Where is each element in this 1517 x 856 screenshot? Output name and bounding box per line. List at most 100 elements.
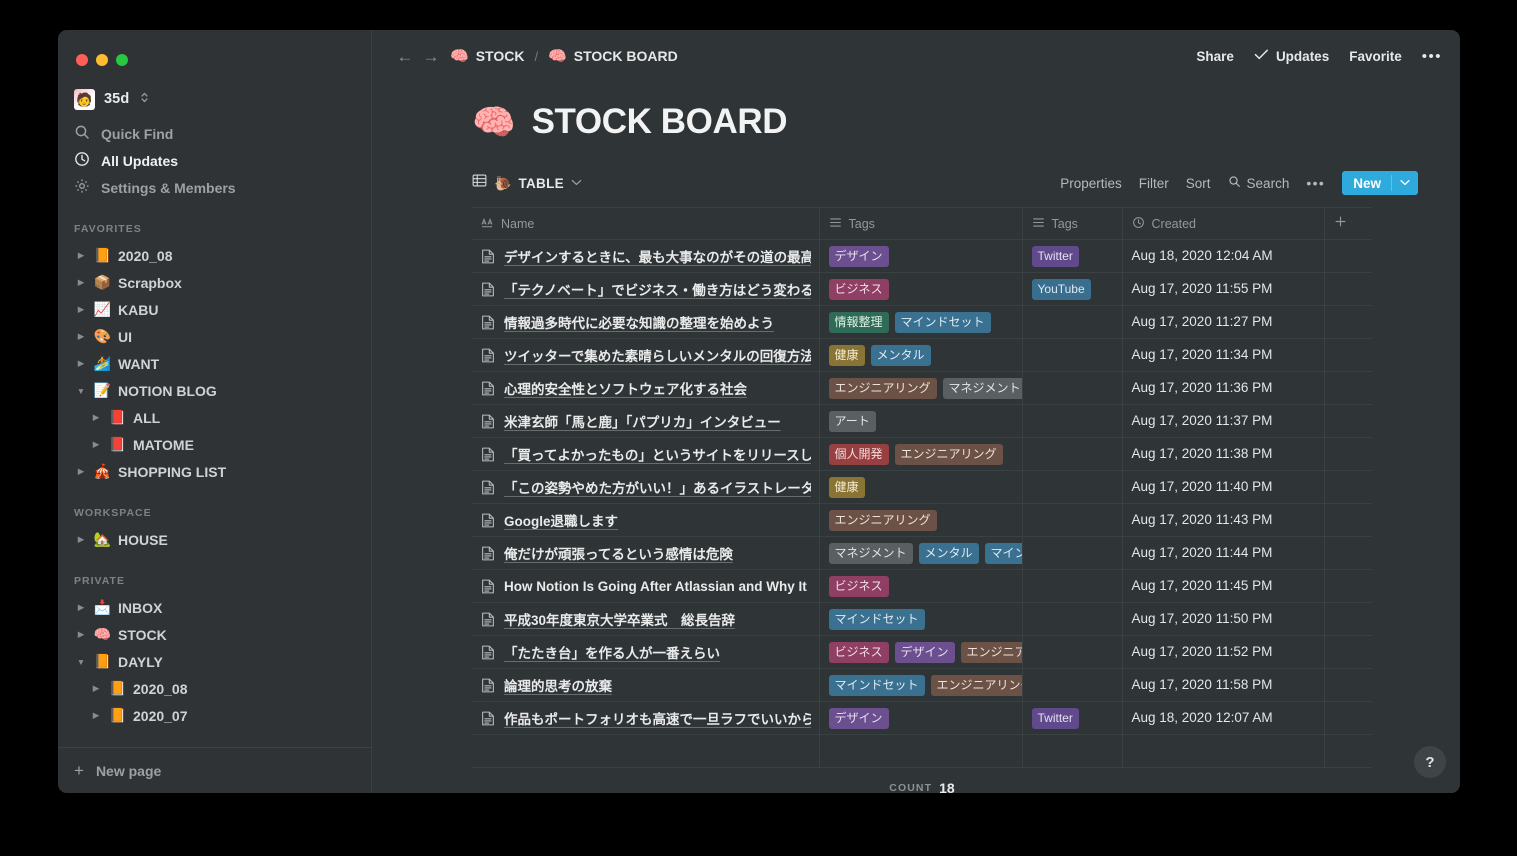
new-page-button[interactable]: + New page — [58, 747, 371, 793]
properties-button[interactable]: Properties — [1060, 176, 1122, 191]
cell-created[interactable]: Aug 17, 2020 11:38 PM — [1122, 437, 1325, 471]
sidebar-scroll-area[interactable]: Quick Find All Updates Settings & Member… — [58, 116, 371, 747]
table-row[interactable]: ツイッターで集めた素晴らしいメンタルの回復方法 健康 メンタル Aug 17, 202… — [472, 338, 1372, 372]
filter-button[interactable]: Filter — [1139, 176, 1169, 191]
cell-tags-2[interactable] — [1022, 338, 1123, 372]
cell-created[interactable]: Aug 18, 2020 12:07 AM — [1122, 701, 1325, 735]
chevron-right-icon[interactable]: ▶ — [74, 629, 88, 640]
sidebar-tree-item[interactable]: ▼ 📝 NOTION BLOG — [58, 377, 371, 404]
sidebar-tree-item[interactable]: ▶ 🧠 STOCK — [58, 621, 371, 648]
cell-tags-1[interactable]: エンジニアリング — [819, 503, 1023, 537]
cell-name[interactable]: 「たたき台」を作る人が一番えらい — [472, 635, 820, 669]
chevron-right-icon[interactable]: ▶ — [74, 304, 88, 315]
cell-created[interactable]: Aug 17, 2020 11:44 PM — [1122, 536, 1325, 570]
cell-created[interactable]: Aug 17, 2020 11:36 PM — [1122, 371, 1325, 405]
sidebar-tree-item[interactable]: ▶ 📈 KABU — [58, 296, 371, 323]
more-options-icon[interactable]: ••• — [1422, 49, 1442, 64]
column-header-tags-2[interactable]: Tags — [1022, 207, 1123, 240]
cell-tags-2[interactable] — [1022, 536, 1123, 570]
table-row[interactable]: 「テクノベート」でビジネス・働き方はどう変わるのか ビジネス YouTube Aug … — [472, 272, 1372, 306]
sidebar-tree-item[interactable]: ▶ 🎪 SHOPPING LIST — [58, 458, 371, 485]
table-row[interactable]: 「買ってよかったもの」というサイトをリリースした 個人開発 エンジニアリング Aug … — [472, 437, 1372, 471]
sidebar-tree-item[interactable]: ▼ 📙 DAYLY — [58, 648, 371, 675]
chevron-right-icon[interactable]: ▶ — [89, 683, 103, 694]
cell-created[interactable]: Aug 17, 2020 11:58 PM — [1122, 668, 1325, 702]
cell-tags-1[interactable]: マインドセットエンジニアリング — [819, 668, 1023, 702]
share-button[interactable]: Share — [1196, 49, 1234, 64]
cell-tags-2[interactable] — [1022, 635, 1123, 669]
back-button[interactable]: ← — [392, 48, 418, 65]
cell-tags-1[interactable]: アート — [819, 404, 1023, 438]
forward-button[interactable]: → — [418, 48, 444, 65]
cell-created[interactable]: Aug 17, 2020 11:43 PM — [1122, 503, 1325, 537]
cell-tags-1[interactable]: 個人開発 エンジニアリング — [819, 437, 1023, 471]
cell-tags-2[interactable] — [1022, 305, 1123, 339]
chevron-right-icon[interactable]: ▶ — [89, 710, 103, 721]
column-header-tags-1[interactable]: Tags — [819, 207, 1023, 240]
updates-button[interactable]: Updates — [1254, 48, 1329, 64]
cell-created[interactable]: Aug 17, 2020 11:52 PM — [1122, 635, 1325, 669]
favorite-button[interactable]: Favorite — [1349, 49, 1402, 64]
cell-tags-2[interactable]: Twitter — [1022, 701, 1123, 735]
chevron-right-icon[interactable]: ▶ — [74, 466, 88, 477]
chevron-down-icon[interactable]: ▼ — [74, 657, 88, 667]
cell-name[interactable]: 平成30年度東京大学卒業式 総長告辞 — [472, 602, 820, 636]
breadcrumb-item-stock-board[interactable]: 🧠 STOCK BOARD — [548, 47, 678, 65]
help-button[interactable]: ? — [1414, 746, 1446, 778]
cell-name[interactable]: 情報過多時代に必要な知識の整理を始めよう — [472, 305, 820, 339]
table-row[interactable]: 「この姿勢やめた方がいい！」あるイラストレーターさ 健康 Aug 17, 2020 … — [472, 470, 1372, 504]
chevron-right-icon[interactable]: ▶ — [74, 602, 88, 613]
cell-name[interactable]: ツイッターで集めた素晴らしいメンタルの回復方法 — [472, 338, 820, 372]
table-row[interactable]: 心理的安全性とソフトウェア化する社会 エンジニアリング マネジメント Aug 17, … — [472, 371, 1372, 405]
cell-created[interactable]: Aug 17, 2020 11:37 PM — [1122, 404, 1325, 438]
table-row[interactable]: 「たたき台」を作る人が一番えらい ビジネスデザインエンジニアリング Aug 17, … — [472, 635, 1372, 669]
view-more-options-icon[interactable]: ••• — [1306, 176, 1325, 190]
chevron-right-icon[interactable]: ▶ — [74, 358, 88, 369]
cell-name[interactable]: Google退職します — [472, 503, 820, 537]
chevron-right-icon[interactable]: ▶ — [74, 250, 88, 261]
cell-tags-1[interactable]: エンジニアリング マネジメント — [819, 371, 1023, 405]
column-header-name[interactable]: Name — [472, 207, 820, 240]
sidebar-tree-item[interactable]: ▶ 📙 2020_08 — [58, 675, 371, 702]
table-row[interactable]: 米津玄師「馬と鹿」「パプリカ」インタビュー アート Aug 17, 2020 11:… — [472, 404, 1372, 438]
chevron-right-icon[interactable]: ▶ — [74, 277, 88, 288]
cell-created[interactable]: Aug 17, 2020 11:27 PM — [1122, 305, 1325, 339]
cell-tags-2[interactable] — [1022, 437, 1123, 471]
table-row[interactable]: 俺だけが頑張ってるという感情は危険 マネジメントメンタルマインドセット Aug 17… — [472, 536, 1372, 570]
cell-tags-2[interactable] — [1022, 371, 1123, 405]
cell-tags-2[interactable] — [1022, 470, 1123, 504]
sidebar-tree-item[interactable]: ▶ 📕 ALL — [58, 404, 371, 431]
cell-tags-1[interactable]: マネジメントメンタルマインドセット — [819, 536, 1023, 570]
cell-tags-1[interactable]: デザイン — [819, 701, 1023, 735]
close-window-button[interactable] — [76, 54, 88, 66]
breadcrumb-item-stock[interactable]: 🧠 STOCK — [450, 47, 524, 65]
cell-tags-1[interactable]: マインドセット — [819, 602, 1023, 636]
cell-tags-2[interactable]: Twitter — [1022, 239, 1123, 273]
table-row[interactable]: How Notion Is Going After Atlassian and … — [472, 569, 1372, 603]
cell-name[interactable]: 論理的思考の放棄 — [472, 668, 820, 702]
cell-tags-1[interactable]: デザイン — [819, 239, 1023, 273]
table-row[interactable]: 情報過多時代に必要な知識の整理を始めよう 情報整理 マインドセット Aug 17, 2… — [472, 305, 1372, 339]
tab-table-view[interactable]: 🐌 TABLE — [472, 173, 582, 193]
cell-name[interactable]: 心理的安全性とソフトウェア化する社会 — [472, 371, 820, 405]
workspace-switcher[interactable]: 🧑 35d — [58, 82, 371, 116]
cell-tags-2[interactable] — [1022, 404, 1123, 438]
sidebar-tree-item[interactable]: ▶ 📩 INBOX — [58, 594, 371, 621]
cell-created[interactable] — [1122, 734, 1325, 768]
cell-tags-1[interactable]: ビジネスデザインエンジニアリング — [819, 635, 1023, 669]
cell-tags-2[interactable] — [1022, 569, 1123, 603]
sidebar-tree-item[interactable]: ▶ 📙 2020_08 — [58, 242, 371, 269]
sidebar-tree-item[interactable]: ▶ 🏄 WANT — [58, 350, 371, 377]
cell-name[interactable]: 俺だけが頑張ってるという感情は危険 — [472, 536, 820, 570]
chevron-down-icon[interactable] — [1392, 178, 1418, 189]
cell-tags-1[interactable]: 情報整理 マインドセット — [819, 305, 1023, 339]
cell-tags-1[interactable] — [819, 734, 1023, 768]
cell-tags-1[interactable]: 健康 メンタル — [819, 338, 1023, 372]
chevron-right-icon[interactable]: ▶ — [74, 534, 88, 545]
cell-name[interactable] — [472, 734, 820, 768]
cell-created[interactable]: Aug 17, 2020 11:34 PM — [1122, 338, 1325, 372]
cell-name[interactable]: 「テクノベート」でビジネス・働き方はどう変わるのか — [472, 272, 820, 306]
table-row[interactable]: 作品もポートフォリオも高速で一旦ラフでいいから形に デザイン Twitter Aug … — [472, 701, 1372, 735]
cell-tags-2[interactable] — [1022, 602, 1123, 636]
sort-button[interactable]: Sort — [1186, 176, 1211, 191]
